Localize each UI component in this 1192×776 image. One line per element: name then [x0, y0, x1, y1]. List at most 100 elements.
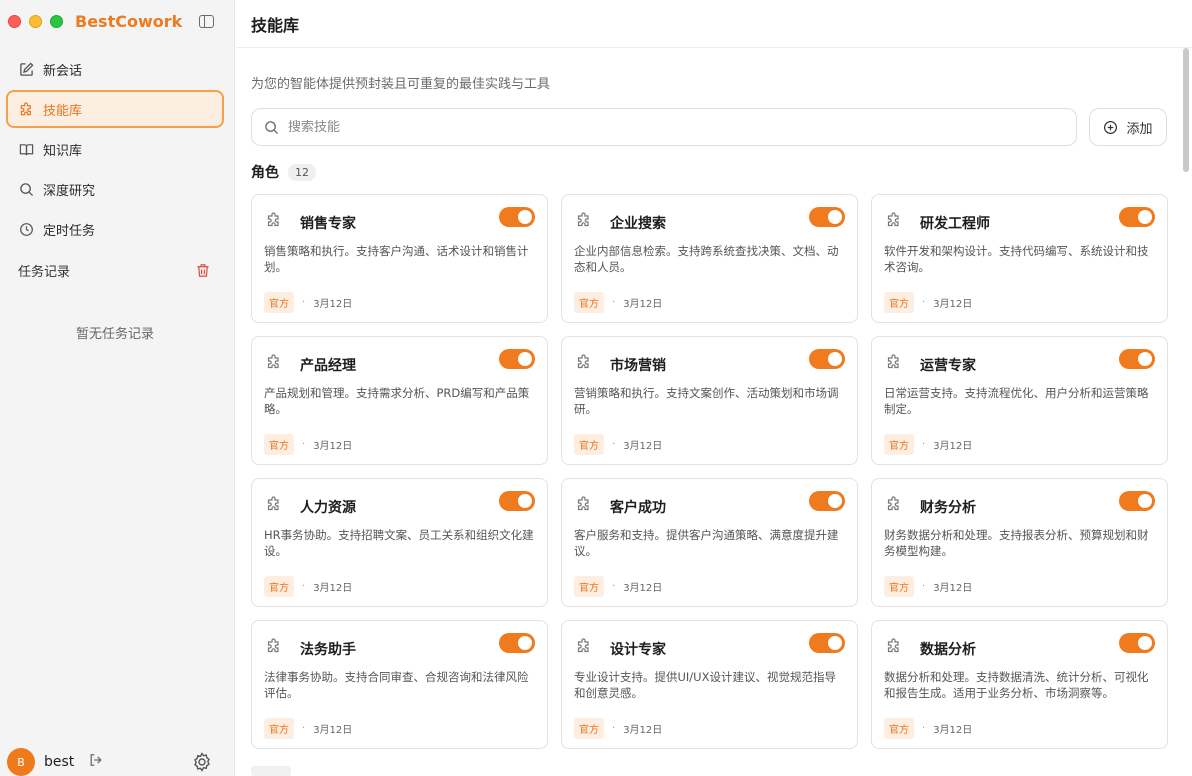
puzzle-icon — [886, 212, 902, 232]
skill-toggle[interactable] — [1119, 207, 1155, 227]
skill-date: 3月12日 — [933, 299, 973, 310]
page-title: 技能库 — [236, 0, 1192, 48]
meta-separator: · — [922, 439, 926, 450]
meta-separator: · — [302, 439, 306, 450]
close-window-button[interactable] — [8, 15, 21, 28]
maximize-window-button[interactable] — [50, 15, 63, 28]
skill-card[interactable]: 客户成功 客户服务和支持。提供客户沟通策略、满意度提升建议。 官方 · 3月12… — [561, 478, 858, 607]
page-subtitle: 为您的智能体提供预封装且可重复的最佳实践与工具 — [251, 77, 551, 92]
search-icon — [264, 120, 279, 135]
skill-card[interactable]: 数据分析 数据分析和处理。支持数据清洗、统计分析、可视化和报告生成。适用于业务分… — [871, 620, 1168, 749]
skill-meta: 官方 · 3月12日 — [884, 576, 972, 597]
skill-toggle[interactable] — [1119, 491, 1155, 511]
skill-name: 财务分析 — [920, 500, 976, 516]
skill-meta: 官方 · 3月12日 — [574, 292, 662, 313]
skill-toggle[interactable] — [499, 491, 535, 511]
add-skill-button[interactable]: 添加 — [1089, 108, 1167, 146]
logout-icon[interactable] — [89, 753, 103, 771]
search-box[interactable] — [251, 108, 1077, 146]
skill-name: 运营专家 — [920, 358, 976, 374]
history-title: 任务记录 — [18, 265, 71, 280]
skill-meta: 官方 · 3月12日 — [884, 434, 972, 455]
avatar[interactable]: B — [7, 748, 35, 776]
sidebar-item-skills[interactable]: 技能库 — [6, 90, 224, 128]
skill-date: 3月12日 — [623, 441, 663, 452]
skill-toggle[interactable] — [809, 491, 845, 511]
skill-meta: 官方 · 3月12日 — [264, 576, 352, 597]
window-controls — [8, 15, 63, 28]
skill-card[interactable]: 销售专家 销售策略和执行。支持客户沟通、话术设计和销售计划。 官方 · 3月12… — [251, 194, 548, 323]
sidebar-item-knowledge[interactable]: 知识库 — [6, 130, 224, 168]
sidebar-item-research[interactable]: 深度研究 — [6, 170, 224, 208]
skill-toggle[interactable] — [1119, 349, 1155, 369]
skill-card[interactable]: 研发工程师 软件开发和架构设计。支持代码编写、系统设计和技术咨询。 官方 · 3… — [871, 194, 1168, 323]
skill-name: 研发工程师 — [920, 216, 990, 232]
history-header: 任务记录 — [18, 261, 210, 280]
puzzle-icon — [886, 496, 902, 516]
skill-card[interactable]: 设计专家 专业设计支持。提供UI/UX设计建议、视觉规范指导和创意灵感。 官方 … — [561, 620, 858, 749]
skill-description: 法律事务协助。支持合同审查、合规咨询和法律风险评估。 — [264, 670, 529, 700]
sidebar-item-label: 定时任务 — [43, 223, 96, 239]
section-count-badge: 12 — [288, 163, 316, 181]
official-badge: 官方 — [264, 434, 294, 455]
sidebar-item-label: 技能库 — [43, 103, 83, 119]
skill-date: 3月12日 — [623, 299, 663, 310]
scrollbar[interactable] — [1183, 48, 1189, 172]
skill-toggle[interactable] — [809, 207, 845, 227]
minimize-window-button[interactable] — [29, 15, 42, 28]
search-input[interactable] — [288, 119, 1048, 135]
skill-meta: 官方 · 3月12日 — [264, 292, 352, 313]
skill-description: 营销策略和执行。支持文案创作、活动策划和市场调研。 — [574, 386, 839, 416]
skill-toggle[interactable] — [1119, 633, 1155, 653]
meta-separator: · — [612, 581, 616, 592]
sidebar-item-new-chat[interactable]: 新会话 — [6, 50, 224, 88]
meta-separator: · — [612, 723, 616, 734]
sidebar: BestCowork 新会话 技能库 知识库 深度研究 定时任务 任务记录 暂无… — [0, 0, 235, 776]
skill-card[interactable]: 产品经理 产品规划和管理。支持需求分析、PRD编写和产品策略。 官方 · 3月1… — [251, 336, 548, 465]
official-badge: 官方 — [884, 434, 914, 455]
clock-icon — [18, 221, 34, 237]
skill-description: 销售策略和执行。支持客户沟通、话术设计和销售计划。 — [264, 244, 529, 274]
puzzle-icon — [266, 496, 282, 516]
skill-name: 企业搜索 — [610, 216, 666, 232]
skill-card[interactable]: 企业搜索 企业内部信息检索。支持跨系统查找决策、文档、动态和人员。 官方 · 3… — [561, 194, 858, 323]
skill-name: 客户成功 — [610, 500, 666, 516]
gear-icon[interactable] — [192, 752, 212, 776]
next-section-placeholder — [251, 766, 291, 776]
skill-description: 产品规划和管理。支持需求分析、PRD编写和产品策略。 — [264, 386, 530, 416]
skill-date: 3月12日 — [623, 725, 663, 736]
skill-card[interactable]: 人力资源 HR事务协助。支持招聘文案、员工关系和组织文化建设。 官方 · 3月1… — [251, 478, 548, 607]
skill-meta: 官方 · 3月12日 — [264, 434, 352, 455]
section-header: 角色 12 — [251, 162, 316, 182]
skill-description: 客户服务和支持。提供客户沟通策略、满意度提升建议。 — [574, 528, 839, 558]
skills-grid: 销售专家 销售策略和执行。支持客户沟通、话术设计和销售计划。 官方 · 3月12… — [251, 194, 1168, 749]
skill-name: 市场营销 — [610, 358, 666, 374]
next-section-header — [251, 766, 291, 776]
trash-icon[interactable] — [196, 263, 210, 278]
user-row: B best — [7, 748, 103, 776]
official-badge: 官方 — [574, 718, 604, 739]
official-badge: 官方 — [264, 576, 294, 597]
skill-toggle[interactable] — [809, 349, 845, 369]
book-icon — [18, 141, 34, 157]
skill-toggle[interactable] — [499, 349, 535, 369]
skill-name: 销售专家 — [300, 216, 356, 232]
skill-card[interactable]: 市场营销 营销策略和执行。支持文案创作、活动策划和市场调研。 官方 · 3月12… — [561, 336, 858, 465]
sidebar-toggle-icon[interactable] — [199, 15, 214, 28]
skill-toggle[interactable] — [809, 633, 845, 653]
skill-card[interactable]: 法务助手 法律事务协助。支持合同审查、合规咨询和法律风险评估。 官方 · 3月1… — [251, 620, 548, 749]
skill-card[interactable]: 运营专家 日常运营支持。支持流程优化、用户分析和运营策略制定。 官方 · 3月1… — [871, 336, 1168, 465]
skill-name: 数据分析 — [920, 642, 976, 658]
puzzle-icon — [886, 638, 902, 658]
skill-date: 3月12日 — [933, 725, 973, 736]
skill-date: 3月12日 — [313, 299, 353, 310]
skill-toggle[interactable] — [499, 633, 535, 653]
skill-description: 数据分析和处理。支持数据清洗、统计分析、可视化和报告生成。适用于业务分析、市场洞… — [884, 670, 1149, 700]
skill-meta: 官方 · 3月12日 — [574, 576, 662, 597]
skill-description: HR事务协助。支持招聘文案、员工关系和组织文化建设。 — [264, 528, 534, 558]
skill-description: 财务数据分析和处理。支持报表分析、预算规划和财务模型构建。 — [884, 528, 1149, 558]
skill-toggle[interactable] — [499, 207, 535, 227]
official-badge: 官方 — [574, 292, 604, 313]
sidebar-item-scheduled[interactable]: 定时任务 — [6, 210, 224, 248]
skill-card[interactable]: 财务分析 财务数据分析和处理。支持报表分析、预算规划和财务模型构建。 官方 · … — [871, 478, 1168, 607]
